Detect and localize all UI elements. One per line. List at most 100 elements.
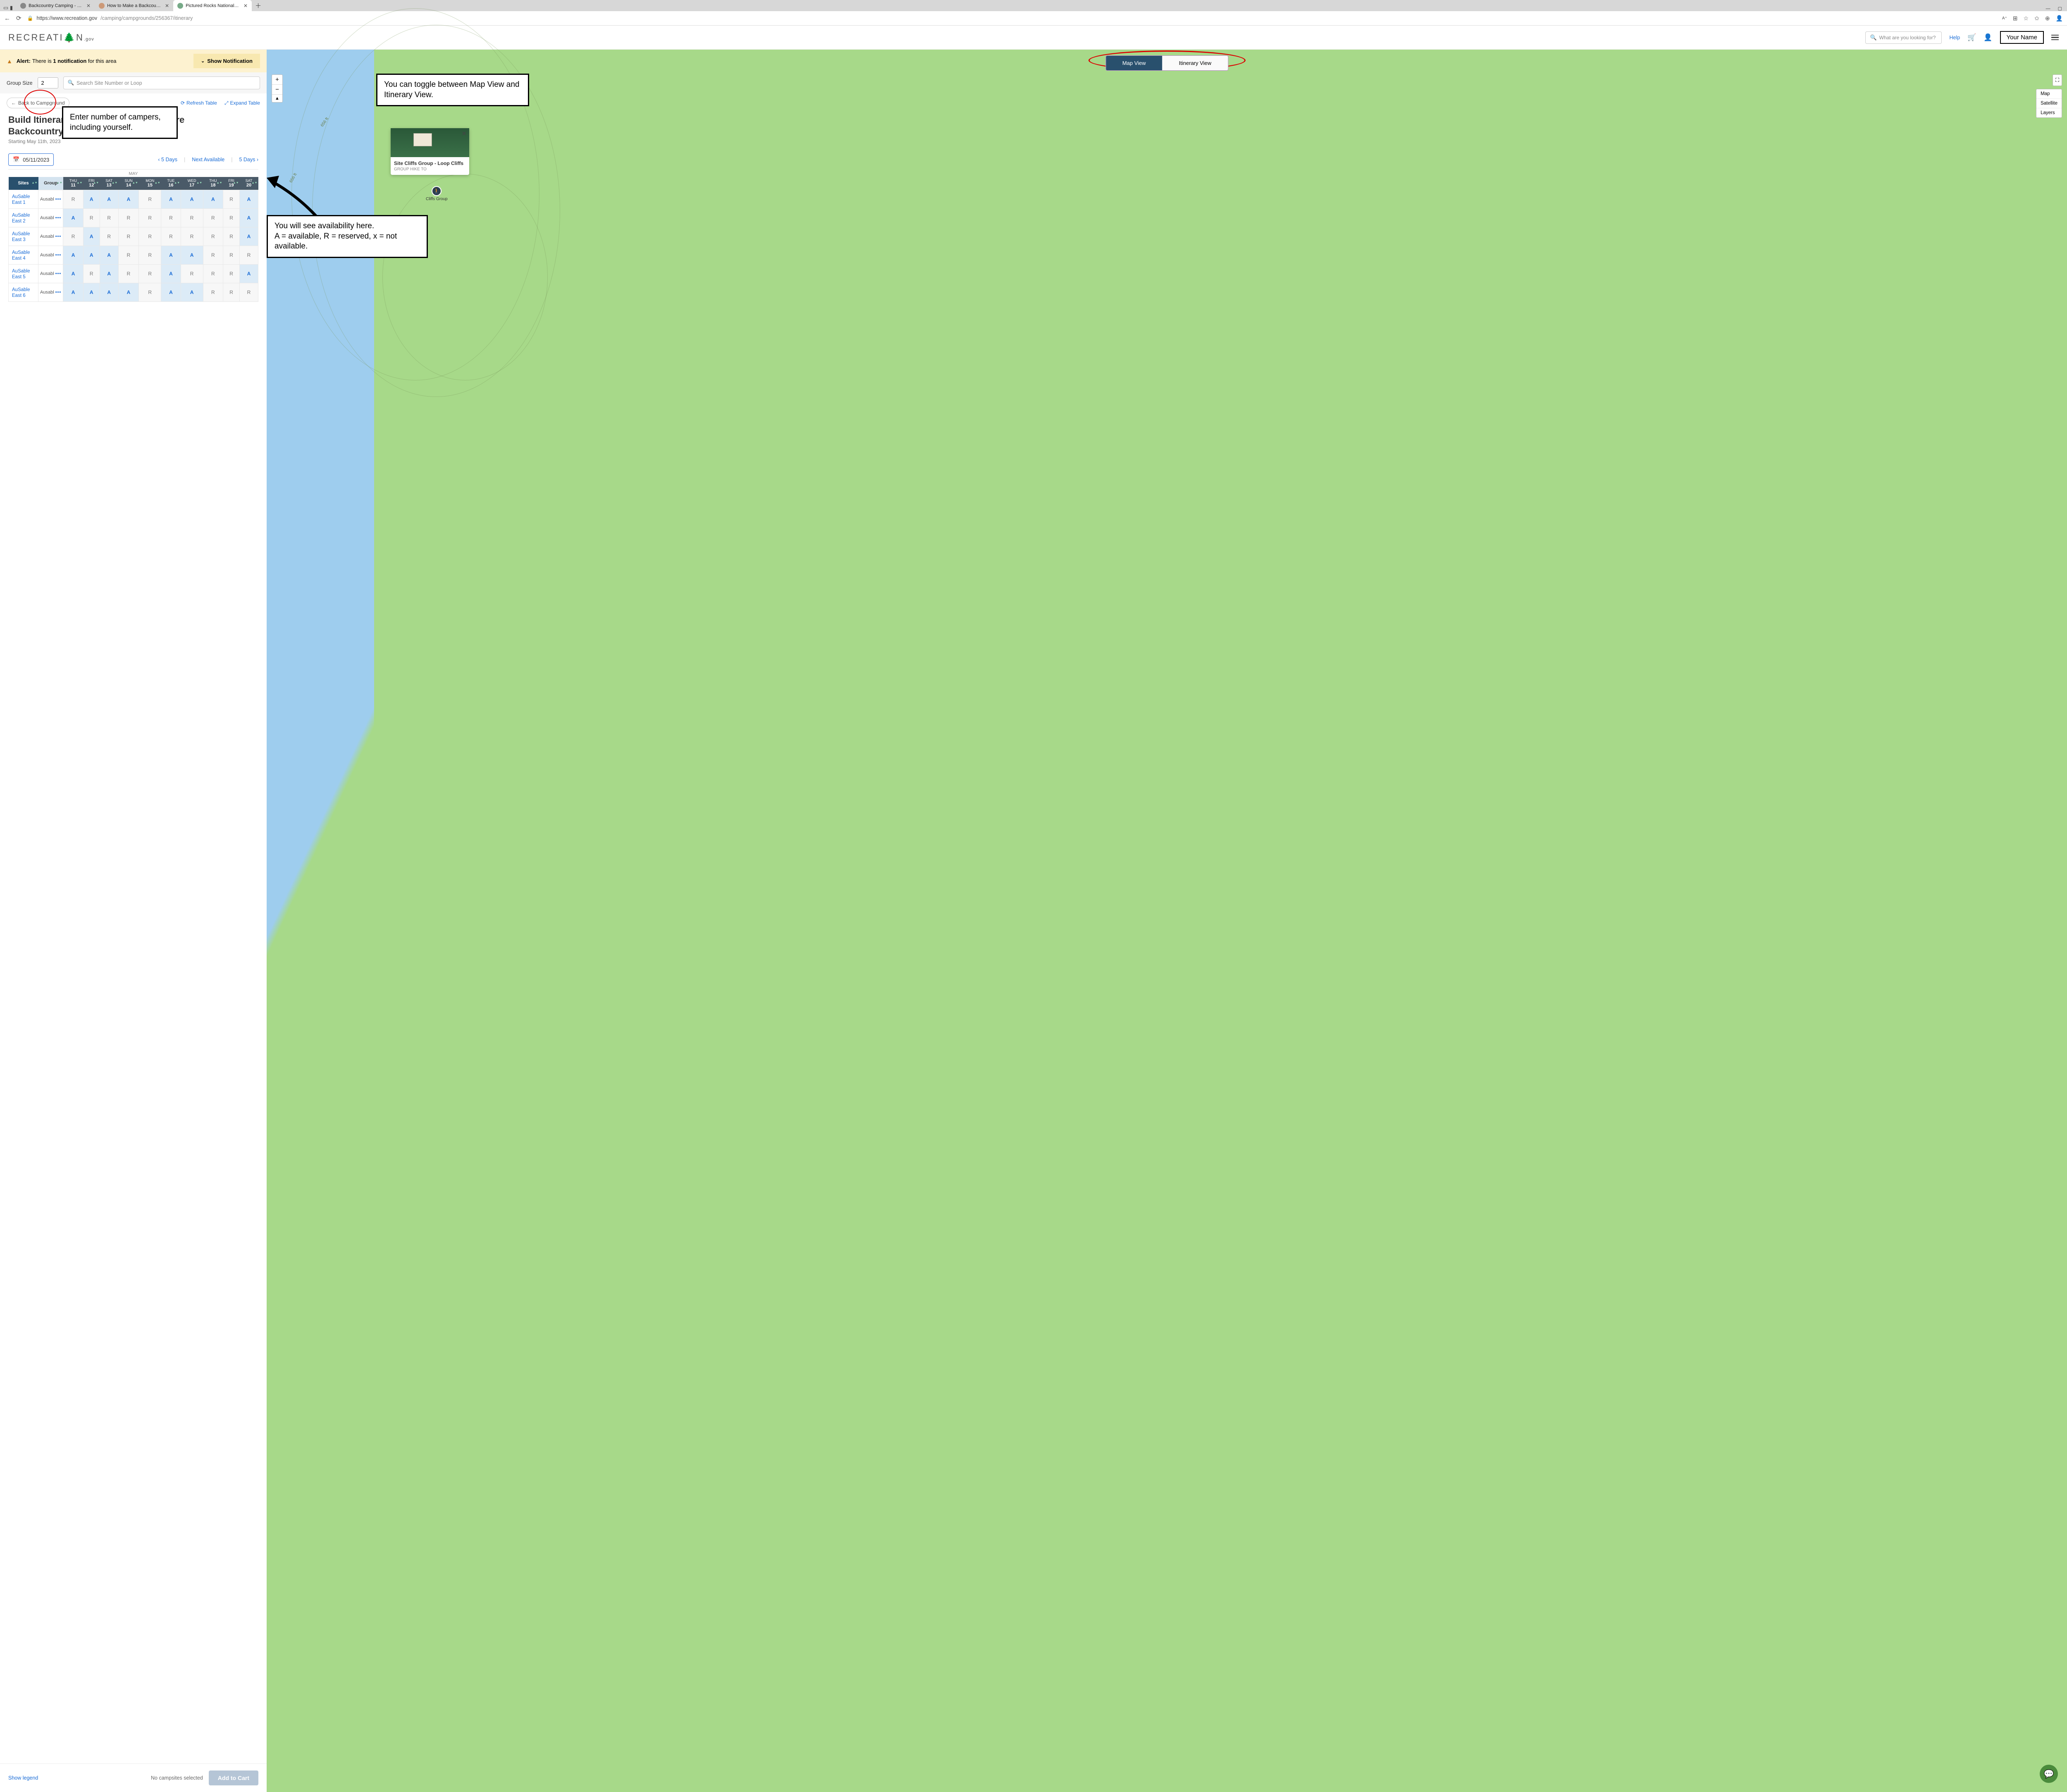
zoom-out-button[interactable]: − <box>272 85 282 95</box>
group-cell[interactable]: Ausabl ••• <box>38 227 63 246</box>
profile-icon[interactable]: 👤 <box>2056 15 2063 22</box>
site-name-cell[interactable]: AuSable East 3 <box>9 227 38 246</box>
map-marker[interactable]: 🚶 Cliffs Group <box>426 186 448 201</box>
availability-cell[interactable]: R <box>83 208 100 227</box>
site-logo[interactable]: RECREATI🌲N.gov <box>8 32 94 43</box>
availability-cell[interactable]: A <box>100 283 118 301</box>
availability-cell[interactable]: R <box>139 264 161 283</box>
availability-cell[interactable]: R <box>203 246 223 264</box>
prev-days-button[interactable]: ‹ 5 Days <box>158 157 177 162</box>
availability-cell[interactable]: A <box>83 190 100 208</box>
availability-cell[interactable]: R <box>100 208 118 227</box>
group-cell[interactable]: Ausabl ••• <box>38 264 63 283</box>
map-panel[interactable]: 656 ft 656 ft Map View Itinerary View + … <box>267 50 2067 1792</box>
show-notification-button[interactable]: ⌄ Show Notification <box>193 54 260 68</box>
site-name-cell[interactable]: AuSable East 6 <box>9 283 38 301</box>
favorite-icon[interactable]: ☆ <box>2024 15 2029 22</box>
availability-cell[interactable]: R <box>139 283 161 301</box>
availability-cell[interactable]: R <box>203 283 223 301</box>
availability-cell[interactable]: R <box>203 264 223 283</box>
menu-icon[interactable] <box>2051 35 2059 41</box>
availability-cell[interactable]: A <box>203 190 223 208</box>
browser-tab-active[interactable]: Pictured Rocks National Lakesho ✕ <box>173 0 252 11</box>
availability-cell[interactable]: A <box>83 246 100 264</box>
col-day[interactable]: WED17▲▼ <box>181 177 203 190</box>
new-tab-button[interactable]: ＋ <box>252 0 265 11</box>
availability-cell[interactable]: R <box>139 227 161 246</box>
availability-cell[interactable]: R <box>223 208 240 227</box>
zoom-in-button[interactable]: + <box>272 75 282 85</box>
show-legend-link[interactable]: Show legend <box>8 1775 38 1781</box>
availability-cell[interactable]: R <box>118 246 139 264</box>
availability-cell[interactable]: R <box>118 264 139 283</box>
availability-cell[interactable]: R <box>181 208 203 227</box>
availability-cell[interactable]: A <box>161 246 181 264</box>
col-day[interactable]: SAT20▲▼ <box>240 177 258 190</box>
availability-cell[interactable]: R <box>139 246 161 264</box>
availability-cell[interactable]: R <box>118 227 139 246</box>
add-to-cart-button[interactable]: Add to Cart <box>209 1770 258 1785</box>
date-picker[interactable]: 📅 05/11/2023 <box>8 153 54 166</box>
availability-cell[interactable]: R <box>139 190 161 208</box>
reader-icon[interactable]: A⁺ <box>2002 16 2007 21</box>
availability-cell[interactable]: R <box>223 283 240 301</box>
close-icon[interactable]: ✕ <box>86 3 91 9</box>
refresh-table-button[interactable]: ⟳Refresh Table <box>181 100 217 106</box>
availability-cell[interactable]: A <box>63 264 84 283</box>
close-icon[interactable]: ✕ <box>165 3 169 9</box>
col-day[interactable]: SUN14▲▼ <box>118 177 139 190</box>
availability-cell[interactable]: R <box>181 264 203 283</box>
back-icon[interactable]: ← <box>4 15 10 22</box>
cart-icon[interactable]: 🛒 <box>1967 33 1976 42</box>
col-sites[interactable]: Sites▲▼ <box>9 177 38 190</box>
availability-cell[interactable]: R <box>223 264 240 283</box>
user-avatar-icon[interactable]: 👤 <box>1983 33 1992 42</box>
group-cell[interactable]: Ausabl ••• <box>38 190 63 208</box>
availability-cell[interactable]: A <box>63 246 84 264</box>
chat-button[interactable]: 💬 <box>2040 1765 2058 1783</box>
availability-cell[interactable]: A <box>118 190 139 208</box>
col-day[interactable]: TUE16▲▼ <box>161 177 181 190</box>
north-button[interactable]: ▲ <box>272 95 282 102</box>
availability-cell[interactable]: R <box>223 190 240 208</box>
availability-cell[interactable]: A <box>161 264 181 283</box>
group-cell[interactable]: Ausabl ••• <box>38 283 63 301</box>
availability-cell[interactable]: A <box>100 190 118 208</box>
availability-cell[interactable]: R <box>161 227 181 246</box>
col-group[interactable]: Group▲▼ <box>38 177 63 190</box>
expand-table-button[interactable]: ⤢Expand Table <box>224 100 260 106</box>
availability-cell[interactable]: R <box>63 227 84 246</box>
group-size-input[interactable] <box>38 77 58 88</box>
layer-layers[interactable]: Layers <box>2036 108 2062 117</box>
global-search-input[interactable]: 🔍 What are you looking for? <box>1865 31 1942 44</box>
help-link[interactable]: Help <box>1949 35 1960 41</box>
availability-cell[interactable]: A <box>240 227 258 246</box>
availability-cell[interactable]: A <box>83 283 100 301</box>
col-day[interactable]: THU18▲▼ <box>203 177 223 190</box>
group-cell[interactable]: Ausabl ••• <box>38 246 63 264</box>
availability-cell[interactable]: A <box>118 283 139 301</box>
favorite-add-icon[interactable]: ✩ <box>2034 15 2039 22</box>
next-available-button[interactable]: Next Available <box>192 157 224 162</box>
availability-cell[interactable]: R <box>203 208 223 227</box>
browser-tab[interactable]: Backcountry Camping - Pictured ✕ <box>16 0 95 11</box>
availability-cell[interactable]: R <box>203 227 223 246</box>
map-view-tab[interactable]: Map View <box>1106 56 1162 70</box>
availability-cell[interactable]: A <box>240 190 258 208</box>
url-field[interactable]: 🔒 https://www.recreation.gov/camping/cam… <box>27 15 193 21</box>
availability-cell[interactable]: A <box>63 208 84 227</box>
site-name-cell[interactable]: AuSable East 1 <box>9 190 38 208</box>
maximize-icon[interactable]: ▢ <box>2058 6 2062 11</box>
availability-cell[interactable]: R <box>118 208 139 227</box>
availability-cell[interactable]: R <box>240 246 258 264</box>
close-icon[interactable]: ✕ <box>461 130 467 137</box>
availability-cell[interactable]: R <box>223 246 240 264</box>
site-name-cell[interactable]: AuSable East 4 <box>9 246 38 264</box>
col-day[interactable]: SAT13▲▼ <box>100 177 118 190</box>
col-day[interactable]: THU11▲▼ <box>63 177 84 190</box>
collections-icon[interactable]: ⊕ <box>2045 15 2050 22</box>
translate-icon[interactable]: ⊞ <box>2013 15 2018 22</box>
browser-tab[interactable]: How to Make a Backcountry Cam ✕ <box>95 0 173 11</box>
availability-cell[interactable]: R <box>63 190 84 208</box>
availability-cell[interactable]: A <box>181 283 203 301</box>
